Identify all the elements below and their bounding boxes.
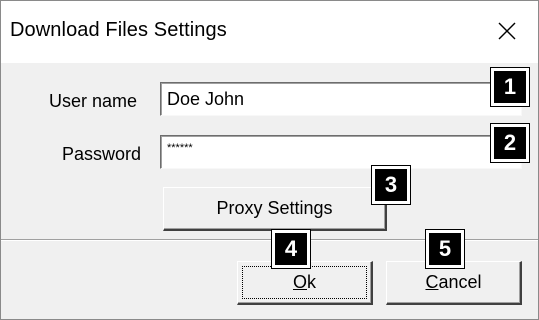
password-label: Password (62, 144, 142, 164)
proxy-settings-label: Proxy Settings (216, 198, 333, 218)
proxy-settings-button[interactable]: Proxy Settings (163, 187, 387, 231)
window-title: Download Files Settings (10, 19, 227, 41)
focus-rect (242, 266, 367, 299)
password-value: ****** (167, 142, 193, 154)
username-label: User name (49, 91, 138, 111)
title-bar: Download Files Settings (1, 1, 538, 63)
callout-badge-4: 4 (271, 229, 311, 269)
callout-badge-1: 1 (490, 67, 530, 107)
cancel-label: Cancel (425, 272, 482, 292)
callout-badge-2: 2 (490, 123, 530, 163)
callout-badge-5: 5 (425, 229, 465, 269)
callout-badge-3: 3 (371, 165, 411, 205)
close-button[interactable] (484, 12, 530, 50)
dialog-window: Download Files Settings User name Doe Jo… (0, 0, 539, 320)
dialog-body: User name Doe John Password ****** Proxy… (1, 63, 538, 319)
close-icon (498, 22, 516, 40)
password-field[interactable]: ****** (160, 135, 522, 169)
username-field[interactable]: Doe John (160, 82, 522, 116)
username-value: Doe John (167, 89, 245, 109)
